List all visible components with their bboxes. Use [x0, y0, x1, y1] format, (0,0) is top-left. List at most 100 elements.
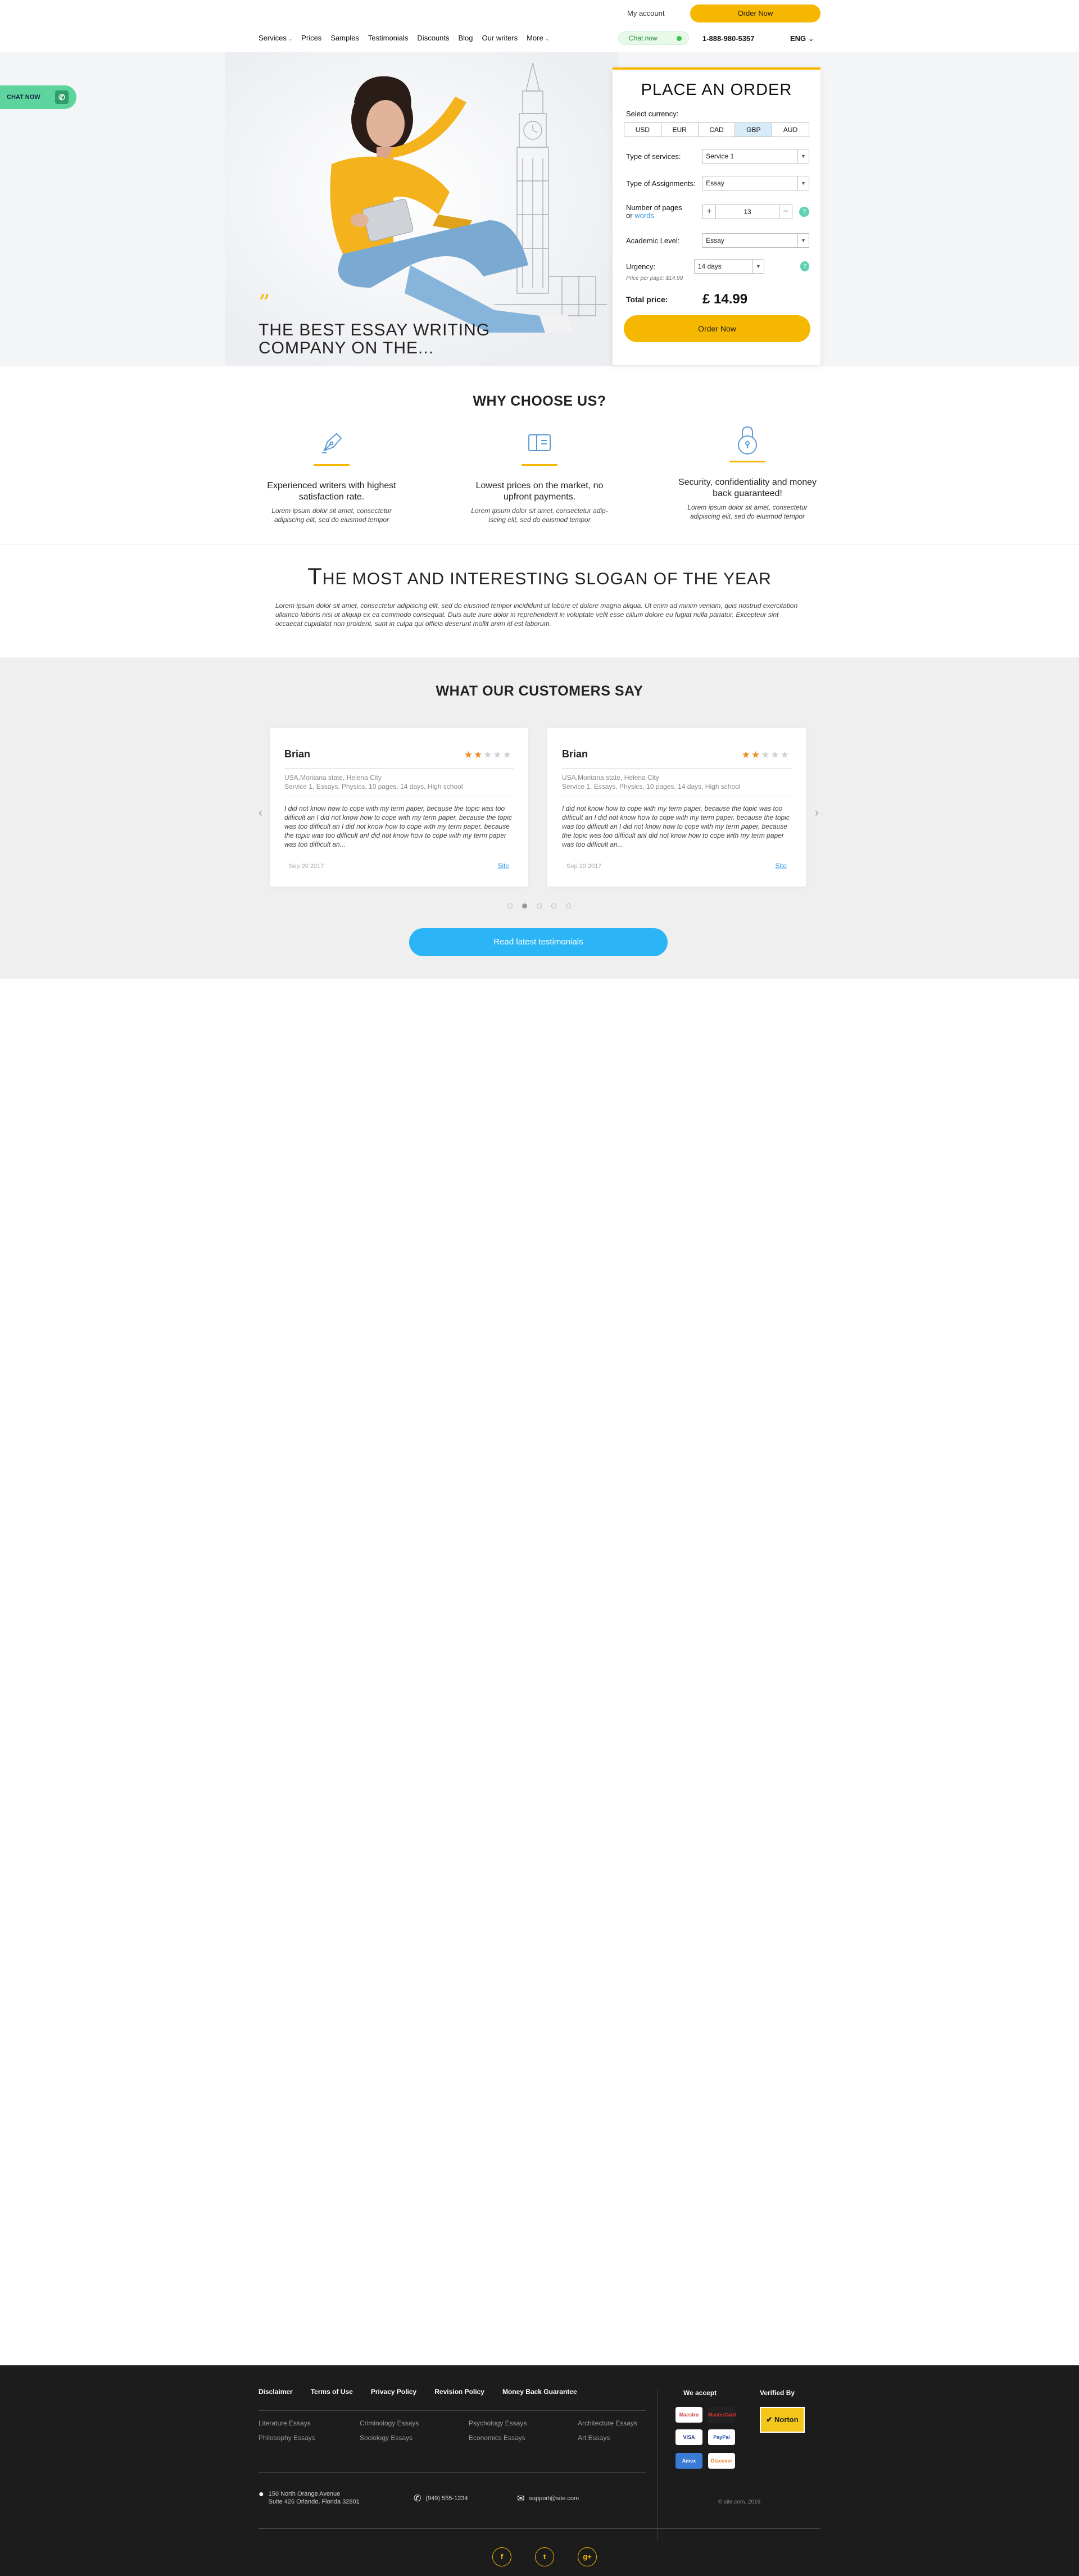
testimonial-details: Service 1, Essays, Physics, 10 pages, 14… — [284, 783, 463, 790]
carousel-next-arrow-icon[interactable]: › — [815, 807, 819, 820]
feature-writers: Experienced writers with highest satisfa… — [259, 428, 405, 524]
carousel-dot[interactable] — [537, 903, 542, 908]
quote-mark-icon: ” — [259, 290, 270, 316]
currency-tab-gbp[interactable]: GBP — [735, 123, 773, 137]
order-now-header-button[interactable]: Order Now — [690, 4, 820, 22]
footer-essay-link[interactable]: Literature Essays — [259, 2419, 360, 2427]
caret-down-icon: ▼ — [797, 149, 809, 163]
pages-words-link[interactable]: words — [634, 211, 654, 220]
hero-image — [225, 52, 618, 366]
slogan-title: THE MOST AND INTERESTING SLOGAN OF THE Y… — [307, 563, 772, 589]
rating-stars: ★★★★★ — [464, 749, 513, 760]
carousel-prev-arrow-icon[interactable]: ‹ — [259, 807, 262, 820]
wallet-icon — [528, 434, 551, 451]
location-pin-icon: ● — [259, 2489, 264, 2499]
facebook-icon[interactable]: f — [492, 2547, 511, 2566]
assignment-type-select[interactable]: Essay ▼ — [702, 176, 809, 190]
footer-link-privacy[interactable]: Privacy Policy — [371, 2388, 416, 2396]
padlock-icon — [738, 426, 757, 455]
currency-tab-cad[interactable]: CAD — [699, 123, 736, 137]
copyright: © site.com, 2016 — [718, 2499, 761, 2505]
testimonial-location: USA,Montana state, Helena City — [284, 774, 382, 782]
nav-item-services[interactable]: Services ⌄ — [259, 34, 292, 42]
footer-link-money-back[interactable]: Money Back Guarantee — [502, 2388, 577, 2396]
testimonial-site-link[interactable]: Site — [497, 862, 509, 870]
footer-essay-link[interactable]: Philosophy Essays — [259, 2434, 360, 2442]
nav-item-our-writers[interactable]: Our writers — [482, 34, 518, 42]
feature-text: Lorem ipsum dolor sit amet, consectetur … — [271, 507, 392, 524]
top-header: My account Order Now Services ⌄ Prices S… — [0, 0, 1079, 52]
footer-essay-link[interactable]: Psychology Essays — [469, 2419, 578, 2427]
language-selector[interactable]: ENG ⌄ — [790, 34, 814, 43]
chevron-down-icon: ⌄ — [545, 37, 550, 42]
academic-level-label: Academic Level: — [626, 236, 680, 245]
chevron-down-icon: ⌄ — [808, 34, 814, 43]
footer-phone: ✆ (949) 555-1234 — [414, 2494, 468, 2504]
help-icon[interactable]: ? — [799, 207, 809, 217]
nav-item-blog[interactable]: Blog — [459, 34, 473, 42]
currency-tab-usd[interactable]: USD — [624, 123, 661, 137]
visa-card-icon: VISA — [675, 2429, 702, 2445]
testimonial-card: Brian ★★★★★ USA,Montana state, Helena Ci… — [547, 728, 806, 887]
order-form: PLACE AN ORDER Select currency: USD EUR … — [613, 67, 820, 365]
chat-now-button[interactable]: Chat now — [618, 31, 689, 45]
carousel-dot[interactable] — [507, 903, 513, 908]
phone-icon: ✆ — [414, 2494, 421, 2504]
currency-tab-eur[interactable]: EUR — [661, 123, 699, 137]
footer-link-disclaimer[interactable]: Disclaimer — [259, 2388, 293, 2396]
urgency-select[interactable]: 14 days ▼ — [693, 259, 765, 274]
currency-tab-aud[interactable]: AUD — [772, 123, 809, 137]
footer-divider — [259, 2410, 646, 2411]
total-price-label: Total price: — [626, 295, 668, 304]
feature-title: Lowest prices on the market, no upfront … — [475, 481, 604, 502]
nav-item-prices[interactable]: Prices — [301, 34, 321, 42]
feature-title: Experienced writers with highest satisfa… — [267, 481, 396, 502]
phone-icon: ✆ — [55, 90, 69, 104]
feature-underline — [522, 464, 557, 466]
carousel-dot[interactable] — [522, 903, 527, 908]
paypal-card-icon: PayPal — [708, 2429, 735, 2445]
footer-email[interactable]: ✉ support@site.com — [517, 2495, 579, 2504]
footer-divider — [259, 2472, 646, 2473]
service-type-select[interactable]: Service 1 ▼ — [702, 149, 809, 163]
caret-down-icon: ▼ — [752, 260, 764, 273]
carousel-dot[interactable] — [566, 903, 571, 908]
pages-value[interactable]: 13 — [716, 205, 779, 219]
order-now-form-button[interactable]: Order Now — [624, 315, 810, 342]
footer-link-terms[interactable]: Terms of Use — [311, 2388, 353, 2396]
feature-text: Lorem ipsum dolor sit amet, consectetur … — [471, 507, 608, 524]
total-price-value: £ 14.99 — [702, 292, 748, 307]
footer-essay-link[interactable]: Criminology Essays — [360, 2419, 469, 2427]
footer-essay-link[interactable]: Sociology Essays — [360, 2434, 469, 2442]
pages-label: Number of pages or words — [626, 203, 682, 220]
footer-link-revision[interactable]: Revision Policy — [434, 2388, 484, 2396]
my-account-link[interactable]: My account — [627, 9, 664, 17]
testimonials-title: WHAT OUR CUSTOMERS SAY — [436, 683, 643, 699]
main-nav: Services ⌄ Prices Samples Testimonials D… — [259, 34, 558, 42]
academic-level-select[interactable]: Essay ▼ — [702, 233, 809, 248]
nav-item-samples[interactable]: Samples — [330, 34, 359, 42]
nav-item-more[interactable]: More ⌄ — [527, 34, 549, 42]
read-testimonials-button[interactable]: Read latest testimonials — [409, 928, 668, 956]
nav-item-testimonials[interactable]: Testimonials — [368, 34, 409, 42]
testimonial-site-link[interactable]: Site — [775, 862, 787, 870]
pages-decrement-button[interactable]: − — [779, 205, 792, 219]
chevron-down-icon: ⌄ — [288, 37, 293, 42]
why-choose-title: WHY CHOOSE US? — [473, 393, 606, 409]
maestro-card-icon: Maestro — [675, 2407, 702, 2423]
nav-item-discounts[interactable]: Discounts — [417, 34, 449, 42]
testimonial-date: Sep 20 2017 — [289, 863, 324, 870]
side-chat-tab[interactable]: CHAT NOW ✆ — [0, 85, 76, 109]
carousel-dot[interactable] — [551, 903, 556, 908]
service-type-label: Type of services: — [626, 152, 681, 161]
footer-essay-link[interactable]: Art Essays — [578, 2434, 662, 2442]
testimonial-body: I did not know how to cope with my term … — [284, 805, 512, 848]
footer-essay-link[interactable]: Economics Essays — [469, 2434, 578, 2442]
pages-increment-button[interactable]: + — [702, 205, 716, 219]
footer-essay-link[interactable]: Architecture Essays — [578, 2419, 662, 2427]
footer-links: Disclaimer Terms of Use Privacy Policy R… — [259, 2388, 577, 2396]
caret-down-icon: ▼ — [797, 234, 809, 247]
help-icon[interactable]: ? — [800, 261, 809, 271]
google-plus-icon[interactable]: g+ — [578, 2547, 597, 2566]
twitter-icon[interactable]: t — [535, 2547, 554, 2566]
